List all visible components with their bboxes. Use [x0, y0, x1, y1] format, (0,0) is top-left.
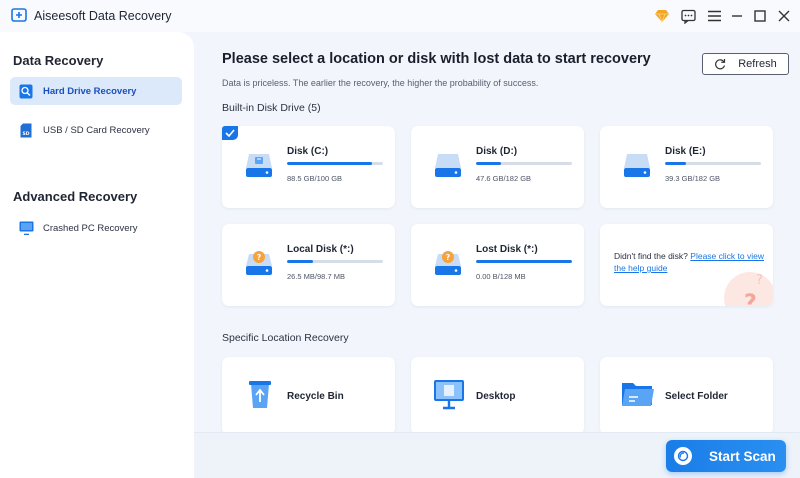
- recycle-bin-icon: [249, 381, 271, 408]
- start-scan-label: Start Scan: [709, 448, 776, 464]
- sidebar-item-label: Crashed PC Recovery: [43, 222, 138, 234]
- help-prompt: Didn't find the disk?: [614, 251, 688, 261]
- location-name: Recycle Bin: [287, 391, 344, 402]
- sidebar-item-hard-drive-recovery[interactable]: Hard Drive Recovery: [10, 77, 182, 105]
- disk-size: 39.3 GB/182 GB: [665, 174, 721, 183]
- hard-disk-icon: [246, 154, 272, 177]
- disk-card-e[interactable]: Disk (E:) 39.3 GB/182 GB: [600, 126, 773, 208]
- hard-disk-icon: [624, 154, 650, 177]
- location-card-select-folder[interactable]: Select Folder: [600, 357, 773, 435]
- maximize-icon[interactable]: [751, 7, 769, 25]
- disk-card-local[interactable]: ? Local Disk (*:) 26.5 MB/98.7 MB: [222, 224, 395, 306]
- disk-card-d[interactable]: Disk (D:) 47.6 GB/182 GB: [411, 126, 584, 208]
- svg-text:?: ?: [756, 273, 763, 288]
- disk-usage-bar: [287, 260, 383, 263]
- refresh-icon: [715, 59, 726, 70]
- location-card-desktop[interactable]: Desktop: [411, 357, 584, 435]
- refresh-button[interactable]: Refresh: [702, 53, 789, 75]
- selected-check-icon: [222, 126, 238, 140]
- crashed-pc-icon: [18, 220, 34, 236]
- disk-size: 88.5 GB/100 GB: [287, 174, 343, 183]
- page-subtitle: Data is priceless. The earlier the recov…: [222, 78, 539, 88]
- location-name: Desktop: [476, 391, 516, 402]
- disk-usage-bar: [476, 260, 572, 263]
- svg-text:?: ?: [257, 253, 262, 262]
- sidebar-item-label: USB / SD Card Recovery: [43, 124, 150, 136]
- sidebar-item-crashed-pc-recovery[interactable]: Crashed PC Recovery: [10, 214, 182, 242]
- location-name: Select Folder: [665, 391, 728, 402]
- disk-name: Disk (E:): [665, 146, 706, 157]
- disk-name: Local Disk (*:): [287, 244, 354, 255]
- disk-card-c[interactable]: Disk (C:) 88.5 GB/100 GB: [222, 126, 395, 208]
- disk-usage-bar: [665, 162, 761, 165]
- help-card: Didn't find the disk? Please click to vi…: [600, 224, 773, 306]
- app-logo-icon: [11, 8, 27, 22]
- sidebar-item-label: Hard Drive Recovery: [43, 85, 137, 97]
- question-decoration-icon: ? ?: [724, 272, 773, 306]
- disk-name: Lost Disk (*:): [476, 244, 538, 255]
- folder-icon: [622, 383, 654, 406]
- disk-size: 0.00 B/128 MB: [476, 272, 526, 281]
- disk-name: Disk (D:): [476, 146, 518, 157]
- desktop-icon: [434, 380, 464, 410]
- sidebar-section-advanced-recovery: Advanced Recovery: [13, 189, 138, 204]
- disk-usage-fill: [665, 162, 687, 165]
- disk-usage-bar: [287, 162, 383, 165]
- svg-text:SD: SD: [23, 131, 30, 137]
- specific-location-label: Specific Location Recovery: [222, 332, 349, 344]
- hard-drive-recovery-icon: [18, 83, 34, 99]
- svg-text:?: ?: [744, 291, 757, 306]
- refresh-label: Refresh: [738, 58, 777, 70]
- sd-card-icon: SD: [18, 122, 34, 138]
- disk-usage-bar: [476, 162, 572, 165]
- scan-icon: [674, 447, 692, 465]
- unknown-disk-icon: ?: [435, 251, 461, 275]
- disk-card-lost[interactable]: ? Lost Disk (*:) 0.00 B/128 MB: [411, 224, 584, 306]
- sidebar-section-data-recovery: Data Recovery: [13, 53, 104, 68]
- builtin-disk-label: Built-in Disk Drive (5): [222, 102, 321, 114]
- unknown-disk-icon: ?: [246, 251, 272, 275]
- disk-size: 26.5 MB/98.7 MB: [287, 272, 345, 281]
- feedback-icon[interactable]: [679, 7, 697, 25]
- disk-usage-fill: [287, 260, 313, 263]
- premium-diamond-icon[interactable]: [653, 7, 671, 25]
- disk-size: 47.6 GB/182 GB: [476, 174, 532, 183]
- start-scan-button[interactable]: Start Scan: [666, 440, 786, 472]
- app-title: Aiseesoft Data Recovery: [34, 9, 172, 23]
- page-title: Please select a location or disk with lo…: [222, 51, 651, 67]
- disk-name: Disk (C:): [287, 146, 329, 157]
- svg-text:?: ?: [446, 253, 451, 262]
- disk-usage-fill: [476, 260, 572, 263]
- minimize-icon[interactable]: [728, 7, 746, 25]
- title-bar: Aiseesoft Data Recovery: [0, 0, 800, 32]
- sidebar-item-usb-sd-card-recovery[interactable]: SD USB / SD Card Recovery: [10, 116, 182, 144]
- menu-icon[interactable]: [705, 7, 723, 25]
- sidebar: Data Recovery Hard Drive Recovery SD USB…: [0, 32, 194, 478]
- close-icon[interactable]: [775, 7, 793, 25]
- disk-usage-fill: [476, 162, 501, 165]
- hard-disk-icon: [435, 154, 461, 177]
- disk-usage-fill: [287, 162, 372, 165]
- location-card-recycle-bin[interactable]: Recycle Bin: [222, 357, 395, 435]
